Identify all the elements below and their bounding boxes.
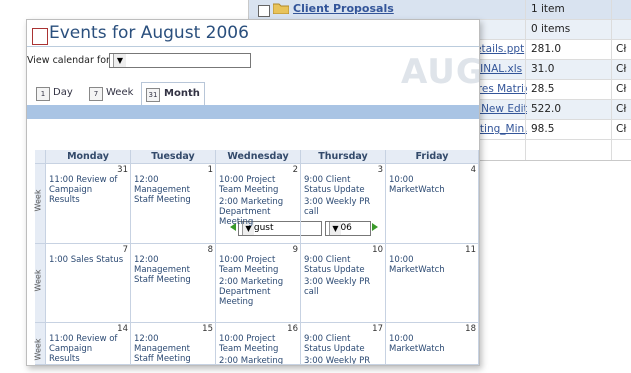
day-number[interactable]: 11 xyxy=(465,245,476,255)
file-ch: Cł xyxy=(616,103,627,115)
event-link[interactable]: 2:00 Marketing Department Meeting xyxy=(219,197,295,227)
file-size: 98.5 xyxy=(531,123,555,135)
event-link[interactable]: 11:00 Review of Campaign Results xyxy=(49,175,125,205)
tab-week[interactable]: 7 Week xyxy=(89,82,139,106)
event-link[interactable]: 2:00 Marketing Department Meeting xyxy=(219,277,295,307)
day-number[interactable]: 16 xyxy=(287,324,298,334)
week-link[interactable]: Week xyxy=(33,164,46,244)
week-icon: 7 xyxy=(89,87,103,101)
folder-row[interactable]: Client Proposals 1 item xyxy=(249,0,631,20)
divider xyxy=(27,46,479,47)
week-header xyxy=(35,150,46,164)
event-link[interactable]: 3:00 Weekly PR call xyxy=(304,197,380,217)
week-link[interactable]: Week xyxy=(33,244,46,323)
file-ch: Cł xyxy=(616,83,627,95)
item-count: 0 items xyxy=(531,23,571,35)
column-divider xyxy=(611,0,612,160)
day-number[interactable]: 4 xyxy=(471,165,476,175)
tab-label: Week xyxy=(106,87,134,98)
event-link[interactable]: 10:00 Project Team Meeting xyxy=(219,175,295,195)
event-link[interactable]: 2:00 Marketing xyxy=(219,356,295,364)
month-icon: 31 xyxy=(146,88,160,102)
day-cell[interactable]: 10 9:00 Client Status Update 3:00 Weekly P… xyxy=(301,244,386,323)
day-number[interactable]: 10 xyxy=(372,245,383,255)
week-label: Week xyxy=(33,269,43,292)
event-link[interactable]: 3:00 Weekly PR call xyxy=(304,277,380,297)
event-link[interactable]: 10:00 Project Team Meeting xyxy=(219,334,295,354)
day-header: Tuesday xyxy=(131,150,216,164)
file-size: 281.0 xyxy=(531,43,562,55)
event-link[interactable]: 9:00 Client Status Update xyxy=(304,334,380,354)
week-label: Week xyxy=(33,189,43,212)
file-size: 31.0 xyxy=(531,63,555,75)
event-link[interactable]: 9:00 Client Status Update xyxy=(304,175,380,195)
day-cell[interactable]: 18 10:00 MarketWatch xyxy=(386,323,479,365)
day-icon: 1 xyxy=(36,87,50,101)
toolbar-bar xyxy=(27,105,479,119)
event-link[interactable]: 10:00 MarketWatch xyxy=(389,255,465,275)
day-number[interactable]: 15 xyxy=(202,324,213,334)
checkbox[interactable] xyxy=(258,5,270,17)
folder-title[interactable]: Client Proposals xyxy=(293,2,394,15)
tab-month[interactable]: 31 Month xyxy=(141,82,205,107)
day-cell[interactable]: 16 10:00 Project Team Meeting 2:00 Marketi… xyxy=(216,323,301,365)
day-header: Wednesday xyxy=(216,150,301,164)
day-number[interactable]: 8 xyxy=(208,245,213,255)
day-cell[interactable]: 15 12:00 Management Staff Meeting xyxy=(131,323,216,365)
day-cell[interactable]: 31 11:00 Review of Campaign Results xyxy=(46,164,131,244)
event-link[interactable]: 9:00 Client Status Update xyxy=(304,255,380,275)
day-cell[interactable]: 4 10:00 MarketWatch xyxy=(386,164,479,244)
day-cell[interactable]: 8 12:00 Management Staff Meeting xyxy=(131,244,216,323)
day-number[interactable]: 7 xyxy=(123,245,128,255)
day-number[interactable]: 2 xyxy=(293,165,298,175)
day-cell[interactable]: 11 10:00 MarketWatch xyxy=(386,244,479,323)
event-link[interactable]: 10:00 MarketWatch xyxy=(389,334,465,354)
day-number[interactable]: 9 xyxy=(293,245,298,255)
tab-label: Month xyxy=(164,88,200,99)
event-link[interactable]: 3:00 Weekly PR xyxy=(304,356,380,364)
day-cell[interactable]: 2 10:00 Project Team Meeting 2:00 Marketin… xyxy=(216,164,301,244)
day-number[interactable]: 17 xyxy=(372,324,383,334)
day-number[interactable]: 3 xyxy=(378,165,383,175)
event-link[interactable]: 11:00 Review of Campaign Results xyxy=(49,334,125,364)
day-header: Thursday xyxy=(301,150,386,164)
day-cell[interactable]: 9 10:00 Project Team Meeting 2:00 Marketin… xyxy=(216,244,301,323)
day-cell[interactable]: 14 11:00 Review of Campaign Results xyxy=(46,323,131,365)
week-label: Week xyxy=(33,338,43,361)
file-ch: Cł xyxy=(616,123,627,135)
item-count: 1 item xyxy=(531,3,565,15)
event-link[interactable]: 12:00 Management Staff Meeting xyxy=(134,334,210,364)
event-link[interactable]: 12:00 Management Staff Meeting xyxy=(134,175,210,205)
month-watermark: AUG xyxy=(401,52,480,92)
day-cell[interactable]: 3 9:00 Client Status Update 3:00 Weekly PR… xyxy=(301,164,386,244)
view-calendar-select[interactable]: Me ▼ xyxy=(109,53,251,68)
folder-icon xyxy=(273,3,289,14)
day-header: Monday xyxy=(46,150,131,164)
file-ch: Cł xyxy=(616,63,627,75)
day-header: Friday xyxy=(386,150,479,164)
tab-label: Day xyxy=(53,87,73,98)
week-link[interactable]: Week xyxy=(33,323,46,365)
day-cell[interactable]: 7 1:00 Sales Status xyxy=(46,244,131,323)
day-number[interactable]: 14 xyxy=(117,324,128,334)
day-cell[interactable]: 1 12:00 Management Staff Meeting xyxy=(131,164,216,244)
tab-day[interactable]: 1 Day xyxy=(36,82,81,106)
file-ch: Cł xyxy=(616,43,627,55)
calendar-icon xyxy=(32,28,48,45)
event-link[interactable]: 10:00 MarketWatch xyxy=(389,175,465,195)
event-link[interactable]: 1:00 Sales Status xyxy=(49,255,125,265)
file-size: 522.0 xyxy=(531,103,562,115)
day-cell[interactable]: 17 9:00 Client Status Update 3:00 Weekly P… xyxy=(301,323,386,365)
column-divider xyxy=(525,0,526,160)
event-link[interactable]: 10:00 Project Team Meeting xyxy=(219,255,295,275)
file-size: 28.5 xyxy=(531,83,555,95)
chevron-down-icon[interactable]: ▼ xyxy=(113,54,126,67)
day-number[interactable]: 31 xyxy=(117,165,128,175)
event-link[interactable]: 12:00 Management Staff Meeting xyxy=(134,255,210,285)
month-grid: Monday Tuesday Wednesday Thursday Friday… xyxy=(33,150,479,365)
title-text: Events for August 2006 xyxy=(49,23,249,43)
view-calendar-label: View calendar for xyxy=(27,55,110,66)
day-number[interactable]: 1 xyxy=(208,165,213,175)
day-number[interactable]: 18 xyxy=(465,324,476,334)
